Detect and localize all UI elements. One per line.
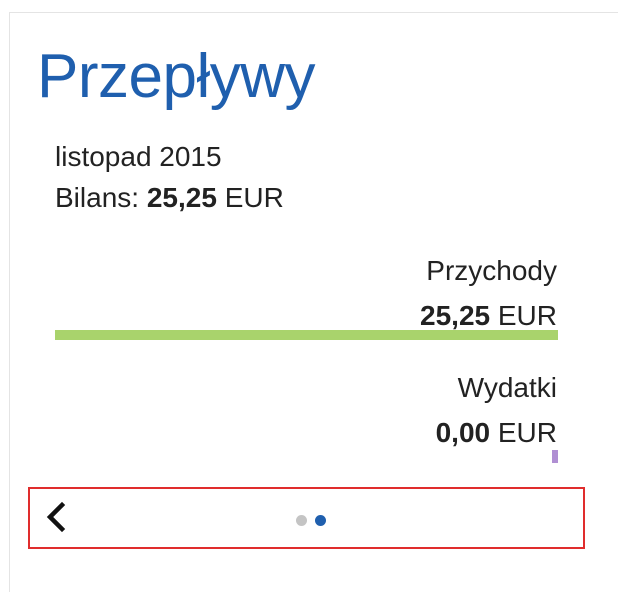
expenses-value: 0,00 bbox=[435, 417, 491, 448]
expenses-currency: EUR bbox=[497, 417, 557, 448]
cashflow-widget: Przepływy listopad 2015 Bilans: 25,25 EU… bbox=[9, 12, 618, 592]
income-value: 25,25 bbox=[420, 300, 491, 331]
income-bar bbox=[55, 330, 558, 340]
balance-currency: EUR bbox=[224, 182, 284, 213]
expenses-label: Wydatki bbox=[457, 372, 557, 403]
period-label: listopad 2015 bbox=[55, 141, 222, 172]
balance-value: 25,25 bbox=[146, 182, 217, 213]
carousel-pager bbox=[28, 487, 585, 549]
page-indicator bbox=[296, 515, 336, 527]
page-dot-2[interactable] bbox=[315, 515, 326, 526]
income-currency: EUR bbox=[497, 300, 557, 331]
expenses-amount: 0,00 EUR bbox=[436, 413, 557, 453]
chevron-left-icon bbox=[46, 501, 66, 533]
balance-label: Bilans: bbox=[55, 182, 140, 213]
previous-button[interactable] bbox=[42, 497, 72, 537]
expenses-bar bbox=[552, 450, 558, 463]
income-label: Przychody bbox=[426, 255, 557, 286]
balance-row: Bilans: 25,25 EUR bbox=[55, 180, 284, 216]
page-dot-1[interactable] bbox=[296, 515, 307, 526]
widget-title: Przepływy bbox=[37, 42, 316, 111]
